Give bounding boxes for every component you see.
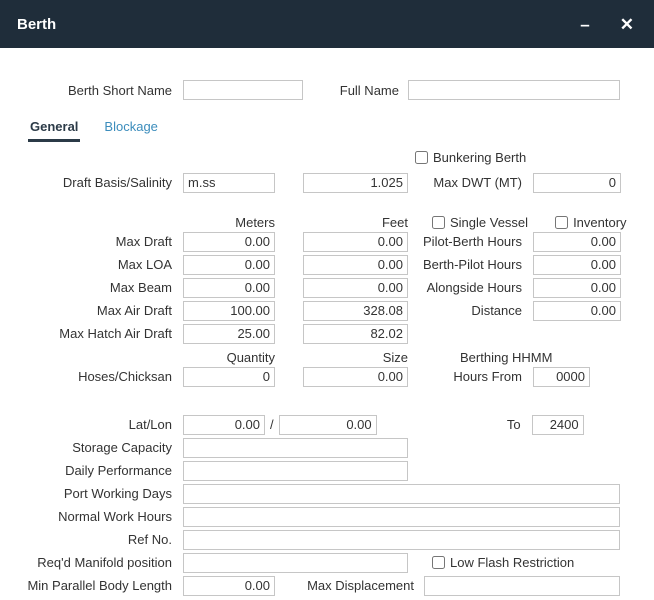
name-row: Berth Short Name Full Name — [0, 77, 654, 103]
hours-label: Distance — [408, 303, 528, 318]
storage-capacity-label: Storage Capacity — [0, 440, 178, 455]
feet-input[interactable] — [303, 255, 408, 275]
full-name-input[interactable] — [408, 80, 620, 100]
dimension-label: Max Air Draft — [0, 303, 178, 318]
hoses-size-input[interactable] — [303, 367, 408, 387]
ref-no-row: Ref No. — [0, 528, 654, 551]
meters-input[interactable] — [183, 324, 275, 344]
berth-short-name-label: Berth Short Name — [0, 83, 178, 98]
lat-lon-label: Lat/Lon — [0, 417, 178, 432]
dim-row: Max Hatch Air Draft — [0, 322, 654, 345]
to-input[interactable] — [532, 415, 584, 435]
dimension-label: Max LOA — [0, 257, 178, 272]
dim-row: Max Air Draft Distance — [0, 299, 654, 322]
draft-basis-label: Draft Basis/Salinity — [0, 175, 178, 190]
minimize-icon[interactable]: – — [580, 16, 589, 33]
full-name-label: Full Name — [303, 83, 405, 98]
normal-work-hours-row: Normal Work Hours — [0, 505, 654, 528]
window-titlebar: Berth – ✕ — [0, 0, 654, 48]
meters-header: Meters — [0, 215, 275, 230]
hours-label: Pilot-Berth Hours — [408, 234, 528, 249]
min-parallel-row: Min Parallel Body Length Max Displacemen… — [0, 574, 654, 597]
storage-capacity-input[interactable] — [183, 438, 408, 458]
bunkering-berth-checkbox[interactable] — [415, 151, 428, 164]
min-parallel-body-length-label: Min Parallel Body Length — [0, 578, 178, 593]
ref-no-label: Ref No. — [0, 532, 178, 547]
bunkering-row: Bunkering Berth — [0, 149, 654, 166]
hours-from-input[interactable] — [533, 367, 590, 387]
feet-input[interactable] — [303, 278, 408, 298]
daily-performance-label: Daily Performance — [0, 463, 178, 478]
salinity-input[interactable] — [303, 173, 408, 193]
hours-from-label: Hours From — [408, 369, 528, 384]
latlon-row: Lat/Lon / To — [0, 413, 654, 436]
hoses-row: Hoses/Chicksan Hours From — [0, 365, 654, 388]
hours-input[interactable] — [533, 255, 621, 275]
daily-performance-row: Daily Performance — [0, 459, 654, 482]
dim-row: Max LOA Berth-Pilot Hours — [0, 253, 654, 276]
inventory-checkbox[interactable] — [555, 216, 568, 229]
dimension-label: Max Hatch Air Draft — [0, 326, 178, 341]
lat-lon-separator: / — [265, 417, 279, 432]
draft-row: Draft Basis/Salinity Max DWT (MT) — [0, 171, 654, 194]
meters-input[interactable] — [183, 278, 275, 298]
dim-row: Max Beam Alongside Hours — [0, 276, 654, 299]
port-working-days-input[interactable] — [183, 484, 620, 504]
meters-input[interactable] — [183, 301, 275, 321]
reqd-manifold-label: Req'd Manifold position — [0, 555, 178, 570]
single-vessel-label: Single Vessel — [450, 215, 528, 230]
quantity-header: Quantity — [0, 350, 275, 365]
hours-label: Berth-Pilot Hours — [408, 257, 528, 272]
normal-work-hours-input[interactable] — [183, 507, 620, 527]
feet-input[interactable] — [303, 232, 408, 252]
storage-capacity-row: Storage Capacity — [0, 436, 654, 459]
qty-header-row: Quantity Size Berthing HHMM — [0, 349, 654, 365]
port-working-days-row: Port Working Days — [0, 482, 654, 505]
dimension-label: Max Beam — [0, 280, 178, 295]
to-label: To — [377, 417, 527, 432]
tab-general[interactable]: General — [28, 117, 80, 142]
single-vessel-checkbox[interactable] — [432, 216, 445, 229]
min-parallel-body-length-input[interactable] — [183, 576, 275, 596]
low-flash-restriction-label: Low Flash Restriction — [450, 555, 574, 570]
hoses-chicksan-label: Hoses/Chicksan — [0, 369, 178, 384]
hours-label: Alongside Hours — [408, 280, 528, 295]
hours-input[interactable] — [533, 232, 621, 252]
feet-input[interactable] — [303, 301, 408, 321]
draft-basis-input[interactable] — [183, 173, 275, 193]
daily-performance-input[interactable] — [183, 461, 408, 481]
low-flash-restriction-checkbox[interactable] — [432, 556, 445, 569]
inventory-label: Inventory — [573, 215, 626, 230]
units-header-row: Meters Feet Single Vessel Inventory — [0, 214, 654, 230]
normal-work-hours-label: Normal Work Hours — [0, 509, 178, 524]
tab-bar: General Blockage — [0, 117, 654, 142]
tab-blockage[interactable]: Blockage — [102, 117, 159, 139]
feet-input[interactable] — [303, 324, 408, 344]
reqd-manifold-input[interactable] — [183, 553, 408, 573]
port-working-days-label: Port Working Days — [0, 486, 178, 501]
hoses-quantity-input[interactable] — [183, 367, 275, 387]
bunkering-berth-label: Bunkering Berth — [433, 150, 526, 165]
max-dwt-input[interactable] — [533, 173, 621, 193]
window-title: Berth — [17, 16, 550, 33]
berth-short-name-input — [183, 80, 303, 100]
max-dwt-label: Max DWT (MT) — [408, 175, 528, 190]
max-displacement-input[interactable] — [424, 576, 620, 596]
size-header: Size — [275, 350, 408, 365]
dimension-label: Max Draft — [0, 234, 178, 249]
hours-input[interactable] — [533, 301, 621, 321]
berthing-hhmm-header: Berthing HHMM — [460, 350, 552, 365]
hours-input[interactable] — [533, 278, 621, 298]
lat-input[interactable] — [183, 415, 265, 435]
manifold-row: Req'd Manifold position Low Flash Restri… — [0, 551, 654, 574]
lon-input[interactable] — [279, 415, 377, 435]
meters-input[interactable] — [183, 255, 275, 275]
max-displacement-label: Max Displacement — [275, 578, 420, 593]
ref-no-input[interactable] — [183, 530, 620, 550]
meters-input[interactable] — [183, 232, 275, 252]
feet-header: Feet — [275, 215, 408, 230]
close-icon[interactable]: ✕ — [620, 16, 634, 33]
dim-row: Max Draft Pilot-Berth Hours — [0, 230, 654, 253]
